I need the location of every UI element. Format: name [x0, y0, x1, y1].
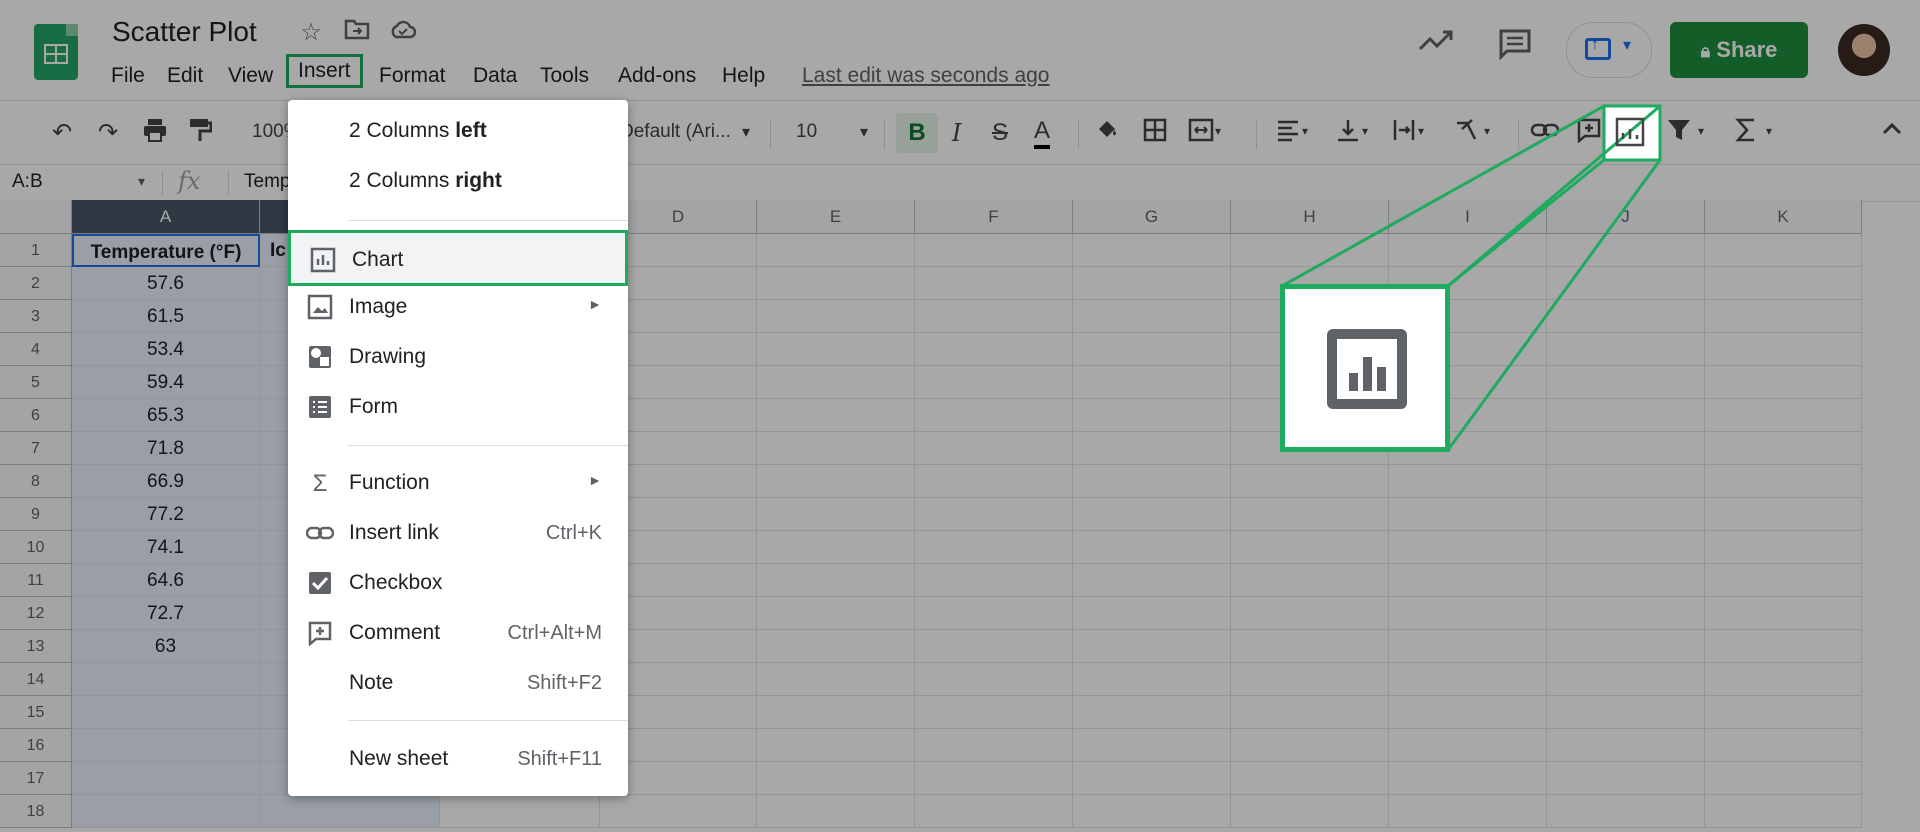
insert-chart-menu-item[interactable]: Chart [288, 230, 628, 286]
insert-new-sheet-menu-item[interactable]: New sheet Shift+F11 [288, 734, 628, 784]
menu-item-label: Checkbox [349, 571, 443, 594]
menu-item-label: Note [349, 671, 394, 694]
menu-item-label-bold: right [455, 169, 502, 192]
drawing-icon [306, 344, 334, 372]
menu-item-label: New sheet [349, 747, 449, 770]
insert-note-menu-item[interactable]: Note Shift+F2 [288, 658, 628, 708]
insert-comment-menu-item[interactable]: Comment Ctrl+Alt+M [288, 608, 628, 658]
menu-item-label: Drawing [349, 345, 427, 368]
insert-image-menu-item[interactable]: Image ► [288, 282, 628, 332]
menu-item-label: Function [349, 471, 430, 494]
link-icon [305, 520, 335, 548]
shortcut-label: Shift+F11 [517, 748, 602, 770]
insert-link-menu-item[interactable]: Insert link Ctrl+K [288, 508, 628, 558]
shortcut-label: Shift+F2 [526, 672, 602, 694]
menu-item-label: Insert link [349, 521, 439, 544]
shortcut-label: Ctrl+Alt+M [507, 622, 602, 644]
menu-item-label: Comment [349, 621, 441, 644]
menu-item-label: Image [349, 295, 408, 318]
insert-function-menu-item[interactable]: Σ Function ► [288, 458, 628, 508]
menu-item-label: Chart [352, 248, 404, 271]
insert-form-menu-item[interactable]: Form [288, 382, 628, 432]
image-icon [306, 294, 334, 322]
add-comment-icon [306, 620, 334, 648]
insert-drawing-menu-item[interactable]: Drawing [288, 332, 628, 382]
insert-chart-icon [1327, 329, 1407, 409]
chart-icon [309, 247, 337, 275]
insert-columns-right[interactable]: 2 Columns right [288, 156, 628, 206]
menu-item-label: 2 Columns [349, 119, 456, 142]
insert-checkbox-menu-item[interactable]: Checkbox [288, 558, 628, 608]
menu-item-label: 2 Columns [349, 169, 456, 192]
submenu-arrow-icon: ► [588, 296, 602, 312]
form-icon [306, 394, 334, 422]
insert-columns-left[interactable]: 2 Columns left [288, 106, 628, 156]
menu-item-label: Form [349, 395, 398, 418]
checkbox-icon [306, 570, 334, 598]
menu-item-label-bold: left [455, 119, 487, 142]
zoomed-chart-icon-box [1280, 284, 1450, 452]
sigma-icon: Σ [312, 470, 328, 497]
shortcut-label: Ctrl+K [545, 522, 602, 544]
submenu-arrow-icon: ► [588, 472, 602, 488]
insert-menu: 2 Columns left 2 Columns right Chart Ima… [288, 100, 628, 796]
